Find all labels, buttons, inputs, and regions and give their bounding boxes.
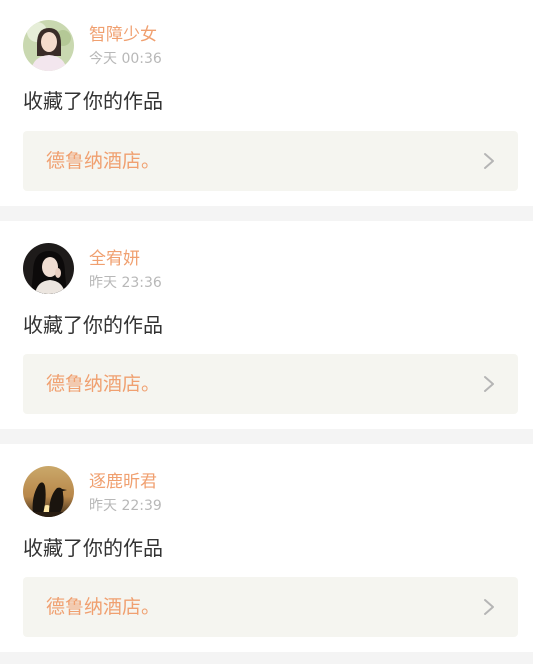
- action-text: 收藏了你的作品: [23, 89, 163, 113]
- timestamp: 昨天 23:36: [89, 275, 162, 291]
- avatar-dark-hair-portrait-icon[interactable]: [23, 243, 74, 294]
- notification-card: 智障少女 今天 00:36 收藏了你的作品 德鲁纳酒店。: [0, 0, 533, 206]
- username[interactable]: 全宥妍: [89, 248, 140, 270]
- username[interactable]: 智障少女: [89, 24, 157, 46]
- notification-feed: 智障少女 今天 00:36 收藏了你的作品 德鲁纳酒店。 全宥妍 昨天 23:3…: [0, 0, 533, 664]
- timestamp: 今天 00:36: [89, 51, 162, 67]
- work-title: 德鲁纳酒店。: [46, 150, 161, 172]
- notification-card: 全宥妍 昨天 23:36 收藏了你的作品 德鲁纳酒店。: [0, 221, 533, 429]
- timestamp: 昨天 22:39: [89, 498, 162, 514]
- username[interactable]: 逐鹿昕君: [89, 471, 157, 493]
- notification-card: 逐鹿昕君 昨天 22:39 收藏了你的作品 德鲁纳酒店。: [0, 444, 533, 652]
- work-title: 德鲁纳酒店。: [46, 596, 161, 618]
- avatar-penguins-sunset-icon[interactable]: [23, 466, 74, 517]
- work-link[interactable]: 德鲁纳酒店。: [23, 131, 518, 191]
- work-link[interactable]: 德鲁纳酒店。: [23, 577, 518, 637]
- action-text: 收藏了你的作品: [23, 313, 163, 337]
- avatar-girl-portrait-icon[interactable]: [23, 20, 74, 71]
- chevron-right-icon: [482, 151, 496, 171]
- work-title: 德鲁纳酒店。: [46, 373, 161, 395]
- action-text: 收藏了你的作品: [23, 536, 163, 560]
- chevron-right-icon: [482, 597, 496, 617]
- work-link[interactable]: 德鲁纳酒店。: [23, 354, 518, 414]
- chevron-right-icon: [482, 374, 496, 394]
